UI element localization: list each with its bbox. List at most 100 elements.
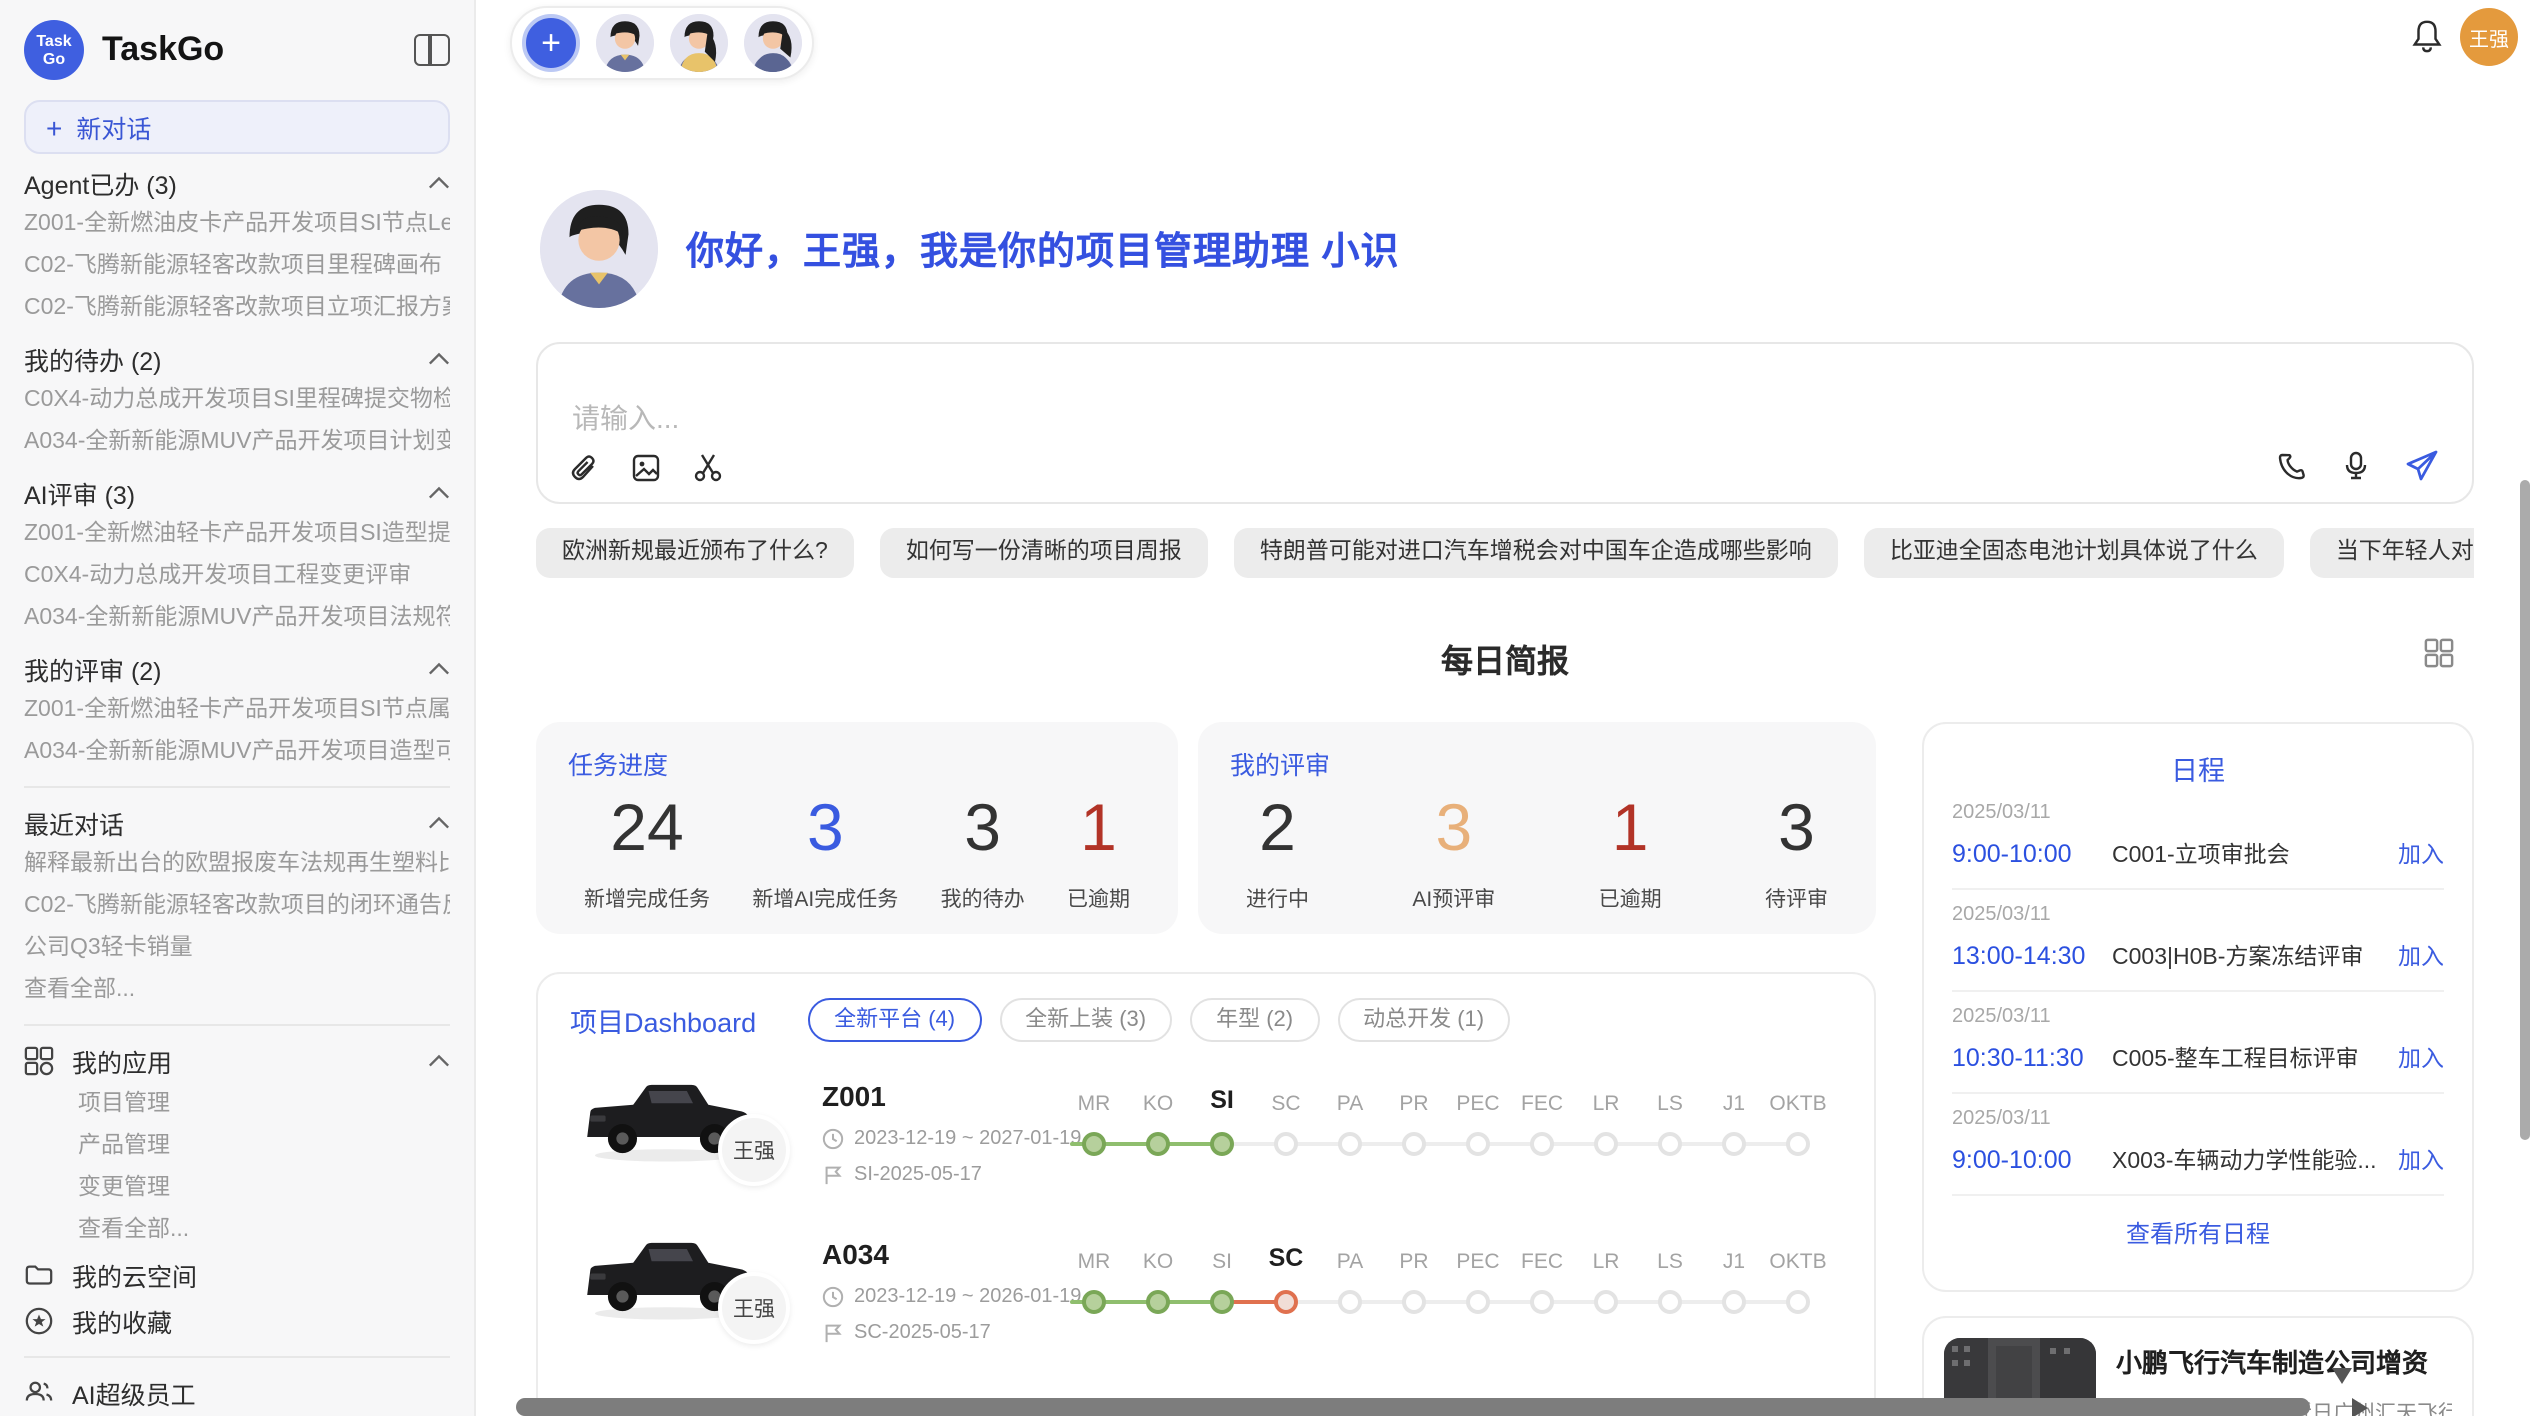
schedule-item: 2025/03/11 9:00-10:00 C001-立项审批会 加入 (1952, 788, 2444, 890)
news-title: 小鹏飞行汽车制造公司增资 (2116, 1342, 2452, 1380)
recent-chat-item[interactable]: C02-飞腾新能源轻客改款项目的闭环通告反馈情况 (24, 886, 450, 928)
filter-chip[interactable]: 年型 (2) (1190, 998, 1319, 1042)
agent-avatar-2[interactable] (670, 14, 728, 72)
task-item[interactable]: Z001-全新燃油轻卡产品开发项目SI造型提交物评审 (24, 514, 450, 556)
user-avatar[interactable]: 王强 (2460, 8, 2518, 66)
horizontal-scrollbar[interactable] (516, 1398, 2310, 1416)
card-title: 任务进度 (568, 744, 1146, 782)
send-icon[interactable] (2404, 448, 2440, 484)
star-badge-icon (24, 1306, 54, 1336)
scissors-icon[interactable] (692, 452, 724, 484)
section-header-recent-chats[interactable]: 最近对话 (24, 800, 450, 844)
microphone-icon[interactable] (2340, 450, 2372, 482)
logo-text-bottom: Go (43, 50, 65, 68)
new-chat-button[interactable]: + 新对话 (24, 100, 450, 154)
recent-chat-item[interactable]: 查看全部... (24, 970, 450, 1012)
suggestion-chip[interactable]: 当下年轻人对汽车外观有怎样的喜好趋势 (2310, 528, 2474, 578)
clock-icon (822, 1128, 844, 1150)
chevron-up-icon (428, 351, 450, 365)
suggestion-chip[interactable]: 特朗普可能对进口汽车增税会对中国车企造成哪些影响 (1234, 528, 1838, 578)
project-row-a034[interactable]: 王强 A034 2023-12-19 ~ 2026-01-19 SC-2025-… (570, 1212, 1842, 1364)
app-title: TaskGo (102, 30, 414, 70)
task-item[interactable]: C0X4-动力总成开发项目工程变更评审 (24, 556, 450, 598)
phone-call-icon[interactable] (2276, 450, 2308, 482)
task-item[interactable]: Z001-全新燃油皮卡产品开发项目SI节点Lesson Learn报告 (24, 204, 450, 246)
tool-ai-super-staff[interactable]: AI超级员工 (24, 1370, 450, 1416)
project-code: Z001 (822, 1080, 886, 1112)
task-item[interactable]: Z001-全新燃油轻卡产品开发项目SI节点属性5D文件评审 (24, 690, 450, 732)
my-cloud-item[interactable]: 我的云空间 (24, 1252, 450, 1298)
view-all-schedule-link[interactable]: 查看所有日程 (1952, 1216, 2444, 1250)
milestone-label: MR (1078, 1250, 1111, 1274)
section-header-my-review[interactable]: 我的评审 (2) (24, 646, 450, 690)
schedule-time: 9:00-10:00 (1952, 840, 2112, 868)
vertical-scrollbar[interactable] (2520, 480, 2530, 1140)
notifications-bell-icon[interactable] (2410, 18, 2444, 54)
recent-chat-item[interactable]: 公司Q3轻卡销量 (24, 928, 450, 970)
sidebar-collapse-icon[interactable] (414, 34, 450, 66)
milestone-dot (1466, 1132, 1490, 1156)
app-item[interactable]: 变更管理 (24, 1168, 450, 1210)
join-link[interactable]: 加入 (2398, 1144, 2444, 1176)
message-input[interactable] (568, 400, 1768, 436)
divider (24, 1024, 450, 1026)
recent-chat-item[interactable]: 解释最新出台的欧盟报废车法规再生塑料比例被调至15%... (24, 844, 450, 886)
scroll-down-arrow[interactable] (2332, 1368, 2352, 1384)
stat-label: 待评审 (1765, 884, 1828, 914)
task-item[interactable]: C0X4-动力总成开发项目SI里程碑提交物检查 (24, 380, 450, 422)
schedule-time: 9:00-10:00 (1952, 1146, 2112, 1174)
my-favorites-item[interactable]: 我的收藏 (24, 1298, 450, 1344)
project-row-z001[interactable]: 王强 Z001 2023-12-19 ~ 2027-01-19 SI-2025-… (570, 1054, 1842, 1206)
join-link[interactable]: 加入 (2398, 1042, 2444, 1074)
stat-value: 3 (1765, 790, 1828, 866)
layout-grid-icon[interactable] (2424, 638, 2454, 668)
milestone-label: PEC (1456, 1250, 1499, 1274)
app-item[interactable]: 查看全部... (24, 1210, 450, 1252)
suggestion-chip[interactable]: 欧洲新规最近颁布了什么? (536, 528, 854, 578)
my-review-list: Z001-全新燃油轻卡产品开发项目SI节点属性5D文件评审A034-全新新能源M… (24, 690, 450, 774)
milestone-timeline: MRKOSISCPAPRPECFECLRLSJ1OKTB (1070, 1212, 1850, 1352)
schedule-date: 2025/03/11 (1952, 1006, 2444, 1028)
milestone-label: SI (1212, 1250, 1232, 1274)
milestone-dot (1722, 1132, 1746, 1156)
section-header-my-todo[interactable]: 我的待办 (2) (24, 336, 450, 380)
chevron-up-icon (428, 815, 450, 829)
milestone-dot (1274, 1132, 1298, 1156)
app-item[interactable]: 项目管理 (24, 1084, 450, 1126)
app-item[interactable]: 产品管理 (24, 1126, 450, 1168)
project-milestone-tag: SI-2025-05-17 (822, 1164, 982, 1186)
agent-avatar-3[interactable] (744, 14, 802, 72)
schedule-date: 2025/03/11 (1952, 802, 2444, 824)
milestone-dot (1402, 1290, 1426, 1314)
task-item[interactable]: C02-飞腾新能源轻客改款项目里程碑画布 (24, 246, 450, 288)
task-item[interactable]: A034-全新新能源MUV产品开发项目造型可行性评审 (24, 732, 450, 774)
add-agent-button[interactable]: + (522, 14, 580, 72)
agent-avatar-1[interactable] (596, 14, 654, 72)
suggestion-chip[interactable]: 比亚迪全固态电池计划具体说了什么 (1864, 528, 2284, 578)
suggestion-chip[interactable]: 如何写一份清晰的项目周报 (880, 528, 1208, 578)
milestone-label: SC (1271, 1092, 1300, 1116)
milestone-label: FEC (1521, 1250, 1563, 1274)
stat: 3 新增AI完成任务 (752, 790, 898, 914)
task-item[interactable]: C02-飞腾新能源轻客改款项目立项汇报方案 (24, 288, 450, 330)
milestone-dot (1082, 1132, 1106, 1156)
filter-chip[interactable]: 全新平台 (4) (808, 998, 981, 1042)
milestone-dot (1530, 1290, 1554, 1314)
schedule-item: 2025/03/11 9:00-10:00 X003-车辆动力学性能验... 加… (1952, 1094, 2444, 1196)
filter-chip[interactable]: 动总开发 (1) (1337, 998, 1510, 1042)
task-item[interactable]: A034-全新新能源MUV产品开发项目法规符合性评审 (24, 598, 450, 640)
image-icon[interactable] (630, 452, 662, 484)
schedule-name: C001-立项审批会 (2112, 838, 2398, 870)
attachment-icon[interactable] (568, 452, 600, 484)
stat-value: 3 (752, 790, 898, 866)
filter-chip[interactable]: 全新上装 (3) (999, 998, 1172, 1042)
scroll-right-arrow[interactable] (2352, 1398, 2368, 1416)
section-header-agent-done[interactable]: Agent已办 (3) (24, 160, 450, 204)
my-apps-header[interactable]: 我的应用 (24, 1038, 450, 1084)
section-header-ai-review[interactable]: AI评审 (3) (24, 470, 450, 514)
task-item[interactable]: A034-全新新能源MUV产品开发项目计划变更表编写 (24, 422, 450, 464)
join-link[interactable]: 加入 (2398, 940, 2444, 972)
milestone-label: OKTB (1769, 1092, 1826, 1116)
join-link[interactable]: 加入 (2398, 838, 2444, 870)
stat: 3 AI预评审 (1412, 790, 1495, 914)
